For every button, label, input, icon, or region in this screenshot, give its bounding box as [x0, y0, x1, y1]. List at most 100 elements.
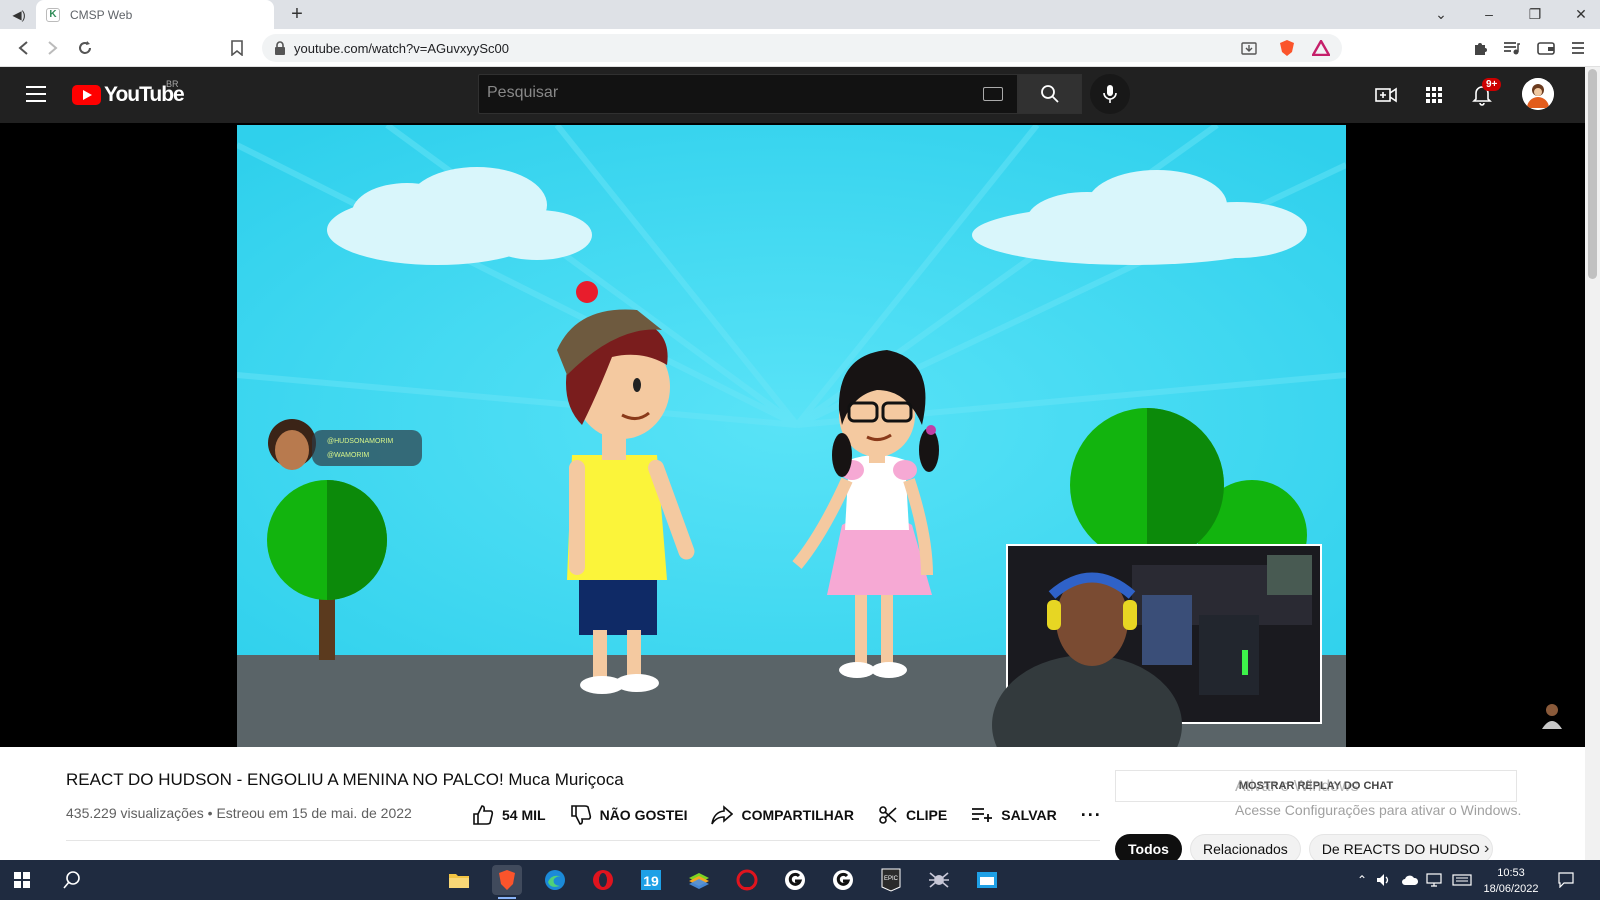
save-button[interactable]: SALVAR — [971, 803, 1057, 827]
video-frame[interactable]: @HUDSONAMORIM @WAMORIM — [237, 125, 1346, 747]
epic-games-icon[interactable]: EPIC — [876, 865, 906, 895]
browser-menu-icon[interactable] — [1568, 38, 1588, 58]
meta-separator: • — [207, 805, 213, 821]
back-button[interactable] — [12, 37, 34, 59]
thumbs-down-icon — [570, 805, 591, 825]
video-meta: 435.229 visualizações • Estreou em 15 de… — [66, 805, 412, 821]
chips-next-arrow-icon[interactable]: › — [1484, 840, 1489, 858]
notification-center-icon[interactable] — [1556, 870, 1576, 890]
svg-text:@WAMORIM: @WAMORIM — [327, 452, 369, 459]
calendar-19-icon[interactable]: 19 — [636, 865, 666, 895]
window-app-icon[interactable] — [972, 865, 1002, 895]
tray-chevron-up-icon[interactable]: ⌃ — [1352, 870, 1372, 890]
premiere-date: Estreou em 15 de mai. de 2022 — [216, 805, 412, 821]
bluestacks-icon[interactable] — [684, 865, 714, 895]
save-label: SALVAR — [1001, 807, 1057, 823]
new-tab-button[interactable]: + — [286, 3, 308, 25]
scissors-icon — [879, 806, 897, 824]
windows-taskbar: 19 EPIC ⌃ 10:53 18/06/2022 — [0, 860, 1600, 900]
file-explorer-icon[interactable] — [444, 865, 474, 895]
thumbs-up-icon — [473, 805, 494, 825]
brave-shields-icon[interactable] — [1278, 39, 1296, 57]
clip-label: CLIPE — [906, 807, 948, 823]
account-avatar[interactable] — [1522, 78, 1554, 110]
search-input[interactable] — [487, 84, 957, 102]
logitech-g-icon[interactable] — [828, 865, 858, 895]
extensions-puzzle-icon[interactable] — [1470, 38, 1490, 58]
guide-menu-icon[interactable] — [26, 86, 46, 102]
wallet-icon[interactable] — [1536, 38, 1556, 58]
clock-date: 18/06/2022 — [1483, 883, 1539, 895]
tab-title: CMSP Web — [70, 7, 133, 22]
tab-audio-icon[interactable]: ◀) — [8, 5, 30, 25]
windows-start-icon[interactable] — [14, 872, 30, 888]
clock-time: 10:53 — [1497, 867, 1525, 879]
notification-badge: 9+ — [1482, 78, 1502, 91]
share-label: COMPARTILHAR — [741, 807, 854, 823]
bookmark-icon[interactable] — [226, 37, 248, 59]
youtube-header: YouTube BR 9+ — [0, 67, 1585, 123]
url-text: youtube.com/watch?v=AGuvxyySc00 — [294, 41, 509, 56]
view-count: 435.229 visualizações — [66, 805, 204, 821]
browser-tab-bar: ◀) K CMSP Web + ⌄ – ❐ ✕ — [0, 0, 1600, 29]
windows-activation-text: Acesse Configurações para ativar o Windo… — [1235, 802, 1522, 818]
network-icon[interactable] — [1424, 870, 1444, 890]
page-scrollbar[interactable] — [1585, 67, 1600, 860]
search-box — [478, 74, 1018, 114]
video-player[interactable]: @HUDSONAMORIM @WAMORIM — [0, 123, 1585, 747]
svg-text:EPIC: EPIC — [884, 876, 899, 882]
share-arrow-icon — [711, 805, 734, 825]
onedrive-cloud-icon[interactable] — [1400, 870, 1420, 890]
edge-browser-icon[interactable] — [540, 865, 570, 895]
reload-button[interactable] — [74, 37, 96, 59]
opera-browser-icon[interactable] — [588, 865, 618, 895]
microphone-icon — [1103, 85, 1117, 103]
taskbar-search-icon[interactable] — [62, 870, 82, 890]
minimize-button[interactable]: – — [1474, 4, 1504, 24]
browser-toolbar: youtube.com/watch?v=AGuvxyySc00 — [0, 29, 1600, 67]
volume-icon[interactable] — [1374, 870, 1394, 890]
keyboard-icon[interactable] — [983, 87, 1003, 101]
like-count: 54 MIL — [502, 807, 546, 823]
video-actions: 54 MIL NÃO GOSTEI COMPARTILHAR CLIPE SAL… — [472, 803, 1126, 827]
apps-grid-icon[interactable] — [1420, 81, 1448, 109]
lock-icon — [275, 41, 285, 55]
voice-search-button[interactable] — [1090, 74, 1130, 114]
media-playlist-icon[interactable] — [1502, 38, 1522, 58]
brave-browser-icon[interactable] — [492, 865, 522, 899]
info-divider — [66, 840, 1100, 841]
install-app-icon[interactable] — [1240, 39, 1258, 57]
clip-button[interactable]: CLIPE — [878, 803, 947, 827]
dislike-label: NÃO GOSTEI — [599, 807, 688, 823]
search-button[interactable] — [1018, 74, 1082, 114]
taskbar-clock[interactable]: 10:53 18/06/2022 — [1478, 865, 1544, 897]
video-cartoon-scene: @HUDSONAMORIM @WAMORIM — [237, 125, 1346, 747]
tab-search-chevron-icon[interactable]: ⌄ — [1426, 4, 1456, 24]
logitech-ghub-icon[interactable] — [780, 865, 810, 895]
forward-button[interactable] — [42, 37, 64, 59]
more-actions-button[interactable]: ··· — [1081, 803, 1102, 827]
svg-text:19: 19 — [643, 873, 659, 889]
brave-rewards-icon[interactable] — [1312, 39, 1330, 57]
search-icon — [1041, 85, 1059, 103]
opera-gx-icon[interactable] — [732, 865, 762, 895]
close-window-button[interactable]: ✕ — [1566, 4, 1596, 24]
country-code: BR — [166, 79, 179, 89]
create-video-icon[interactable] — [1372, 81, 1400, 109]
share-button[interactable]: COMPARTILHAR — [711, 803, 854, 827]
browser-tab[interactable]: K CMSP Web — [36, 0, 274, 29]
spider-app-icon[interactable] — [924, 865, 954, 895]
dislike-button[interactable]: NÃO GOSTEI — [570, 803, 688, 827]
scroll-thumb[interactable] — [1588, 69, 1597, 279]
like-button[interactable]: 54 MIL — [472, 803, 546, 827]
channel-watermark-icon[interactable] — [1540, 701, 1564, 729]
video-title: REACT DO HUDSON - ENGOLIU A MENINA NO PA… — [66, 770, 624, 789]
playlist-add-icon — [972, 808, 993, 822]
windows-activation-title: Ativar o Windows — [1235, 778, 1359, 795]
restore-button[interactable]: ❐ — [1520, 4, 1550, 24]
address-bar[interactable]: youtube.com/watch?v=AGuvxyySc00 — [262, 34, 1342, 62]
notifications-bell-icon[interactable]: 9+ — [1468, 78, 1502, 109]
keyboard-layout-icon[interactable] — [1452, 870, 1472, 890]
cmsp-favicon-icon: K — [46, 7, 60, 22]
youtube-play-logo-icon — [72, 85, 101, 105]
